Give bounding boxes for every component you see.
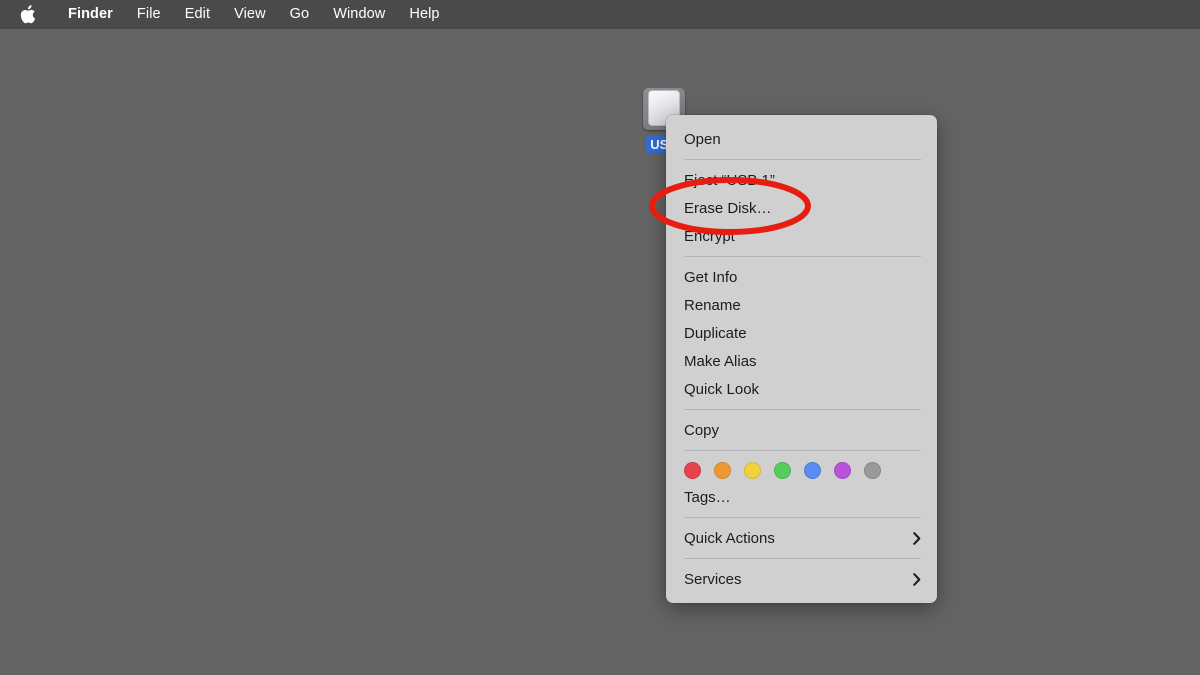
menu-bar: Finder File Edit View Go Window Help — [0, 0, 1200, 29]
menu-bar-item-window[interactable]: Window — [321, 0, 397, 29]
context-menu-item-tags[interactable]: Tags… — [666, 483, 937, 511]
context-menu-item-make-alias[interactable]: Make Alias — [666, 347, 937, 375]
green-tag-dot[interactable] — [774, 461, 791, 479]
context-menu-item-label: Duplicate — [684, 324, 747, 342]
context-menu-item-eject[interactable]: Eject “USB 1” — [666, 166, 937, 194]
menu-separator — [684, 517, 921, 518]
tag-color-row — [666, 457, 937, 483]
context-menu-item-label: Tags… — [684, 488, 731, 506]
context-menu-item-label: Eject “USB 1” — [684, 171, 775, 189]
menu-bar-item-edit[interactable]: Edit — [173, 0, 222, 29]
chevron-right-icon — [911, 531, 923, 545]
menu-bar-item-file[interactable]: File — [125, 0, 173, 29]
context-menu-item-services[interactable]: Services — [666, 565, 937, 593]
context-menu-item-rename[interactable]: Rename — [666, 291, 937, 319]
yellow-tag-dot[interactable] — [744, 461, 761, 479]
context-menu-item-label: Make Alias — [684, 352, 757, 370]
red-tag-dot[interactable] — [684, 461, 701, 479]
context-menu-item-label: Services — [684, 570, 742, 588]
menu-separator — [684, 159, 921, 160]
context-menu-item-get-info[interactable]: Get Info — [666, 263, 937, 291]
gray-tag-dot[interactable] — [864, 461, 881, 479]
menu-separator — [684, 409, 921, 410]
context-menu-item-erase-disk[interactable]: Erase Disk… — [666, 194, 937, 222]
context-menu-item-label: Get Info — [684, 268, 738, 286]
apple-logo-icon[interactable] — [18, 4, 38, 26]
context-menu-item-label: Erase Disk… — [684, 199, 772, 217]
context-menu-item-label: Encrypt — [684, 227, 735, 245]
menu-bar-item-help[interactable]: Help — [397, 0, 451, 29]
screen: Finder File Edit View Go Window Help USB… — [0, 0, 1200, 675]
context-menu-item-label: Open — [684, 130, 721, 148]
context-menu-item-label: Quick Actions — [684, 529, 775, 547]
context-menu-item-quick-look[interactable]: Quick Look — [666, 375, 937, 403]
context-menu: Open Eject “USB 1” Erase Disk… Encrypt G… — [666, 115, 937, 603]
context-menu-item-open[interactable]: Open — [666, 125, 937, 153]
context-menu-item-quick-actions[interactable]: Quick Actions — [666, 524, 937, 552]
context-menu-item-copy[interactable]: Copy — [666, 416, 937, 444]
menu-bar-item-finder[interactable]: Finder — [56, 0, 125, 29]
context-menu-item-label: Quick Look — [684, 380, 760, 398]
menu-separator — [684, 558, 921, 559]
context-menu-item-duplicate[interactable]: Duplicate — [666, 319, 937, 347]
menu-bar-item-view[interactable]: View — [222, 0, 278, 29]
context-menu-item-encrypt[interactable]: Encrypt — [666, 222, 937, 250]
purple-tag-dot[interactable] — [834, 461, 851, 479]
blue-tag-dot[interactable] — [804, 461, 821, 479]
context-menu-item-label: Rename — [684, 296, 741, 314]
chevron-right-icon — [911, 572, 923, 586]
context-menu-item-label: Copy — [684, 421, 720, 439]
menu-bar-item-go[interactable]: Go — [278, 0, 322, 29]
orange-tag-dot[interactable] — [714, 461, 731, 479]
menu-separator — [684, 256, 921, 257]
menu-separator — [684, 450, 921, 451]
